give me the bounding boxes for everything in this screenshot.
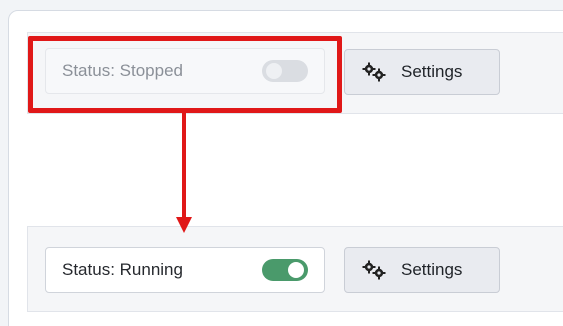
screenshot-canvas: Status: Stopped Settings Status: Running… (0, 0, 563, 326)
highlight-box (28, 36, 342, 113)
settings-label: Settings (401, 260, 463, 279)
settings-label: Settings (401, 62, 463, 81)
down-arrow-icon (176, 113, 192, 233)
toolbar-panel-after: Status: Running Settings (27, 226, 563, 312)
gears-icon (362, 260, 386, 280)
gears-icon (362, 62, 386, 82)
settings-button[interactable]: Settings (344, 49, 500, 95)
settings-button[interactable]: Settings (344, 247, 500, 293)
status-control-running[interactable]: Status: Running (45, 247, 325, 293)
status-label: Status: Running (62, 260, 183, 279)
toggle-knob (288, 262, 304, 278)
status-toggle-on[interactable] (262, 259, 308, 281)
